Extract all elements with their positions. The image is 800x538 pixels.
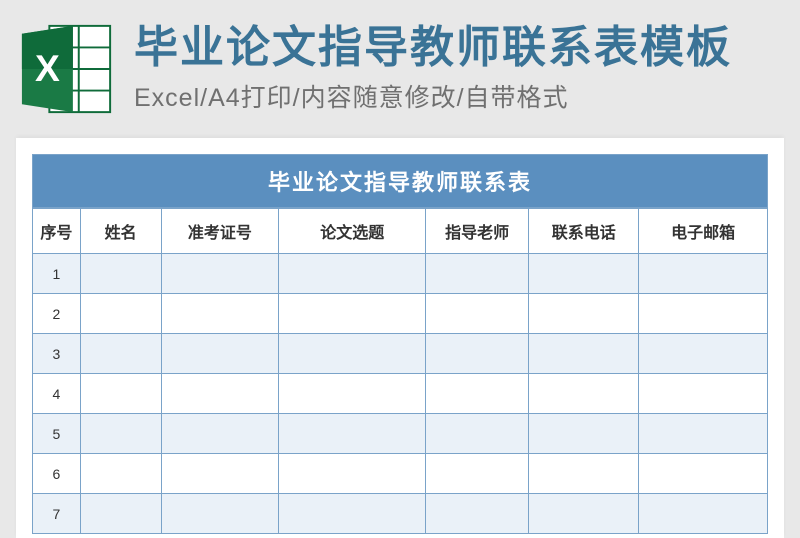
cell-phone	[529, 334, 639, 374]
cell-email	[639, 494, 768, 534]
svg-text:X: X	[35, 47, 60, 89]
cell-teacher	[426, 374, 529, 414]
cell-teacher	[426, 494, 529, 534]
table-row: 4	[33, 374, 768, 414]
cell-seq: 7	[33, 494, 81, 534]
table-row: 7	[33, 494, 768, 534]
cell-name	[80, 334, 161, 374]
cell-email	[639, 334, 768, 374]
table-row: 6	[33, 454, 768, 494]
cell-name	[80, 254, 161, 294]
cell-exam	[161, 294, 279, 334]
cell-topic	[279, 414, 426, 454]
page-subtitle: Excel/A4打印/内容随意修改/自带格式	[134, 78, 732, 114]
cell-topic	[279, 374, 426, 414]
cell-name	[80, 294, 161, 334]
cell-exam	[161, 334, 279, 374]
cell-teacher	[426, 334, 529, 374]
table-title: 毕业论文指导教师联系表	[32, 154, 768, 208]
cell-phone	[529, 374, 639, 414]
contact-table: 序号 姓名 准考证号 论文选题 指导老师 联系电话 电子邮箱 1 2	[32, 208, 768, 534]
cell-name	[80, 494, 161, 534]
cell-email	[639, 254, 768, 294]
table-row: 5	[33, 414, 768, 454]
cell-phone	[529, 294, 639, 334]
page-title: 毕业论文指导教师联系表模板	[134, 24, 732, 72]
cell-exam	[161, 454, 279, 494]
cell-phone	[529, 254, 639, 294]
col-header-email: 电子邮箱	[639, 209, 768, 254]
table-row: 2	[33, 294, 768, 334]
cell-exam	[161, 254, 279, 294]
cell-seq: 5	[33, 414, 81, 454]
cell-seq: 6	[33, 454, 81, 494]
cell-name	[80, 374, 161, 414]
sheet-preview: 毕业论文指导教师联系表 序号 姓名 准考证号 论文选题 指导老师 联系电话 电子…	[16, 138, 784, 538]
table-row: 3	[33, 334, 768, 374]
title-block: 毕业论文指导教师联系表模板 Excel/A4打印/内容随意修改/自带格式	[134, 24, 732, 114]
cell-email	[639, 294, 768, 334]
col-header-seq: 序号	[33, 209, 81, 254]
cell-exam	[161, 494, 279, 534]
cell-teacher	[426, 294, 529, 334]
cell-phone	[529, 494, 639, 534]
col-header-topic: 论文选题	[279, 209, 426, 254]
cell-exam	[161, 414, 279, 454]
cell-name	[80, 454, 161, 494]
col-header-phone: 联系电话	[529, 209, 639, 254]
cell-seq: 2	[33, 294, 81, 334]
header-bar: X 毕业论文指导教师联系表模板 Excel/A4打印/内容随意修改/自带格式	[0, 0, 800, 132]
cell-teacher	[426, 254, 529, 294]
cell-topic	[279, 454, 426, 494]
col-header-name: 姓名	[80, 209, 161, 254]
cell-name	[80, 414, 161, 454]
excel-icon: X	[18, 20, 116, 118]
col-header-teacher: 指导老师	[426, 209, 529, 254]
cell-exam	[161, 374, 279, 414]
cell-email	[639, 374, 768, 414]
cell-seq: 1	[33, 254, 81, 294]
table-row: 1	[33, 254, 768, 294]
cell-topic	[279, 254, 426, 294]
cell-topic	[279, 294, 426, 334]
cell-seq: 3	[33, 334, 81, 374]
cell-phone	[529, 454, 639, 494]
table-header-row: 序号 姓名 准考证号 论文选题 指导老师 联系电话 电子邮箱	[33, 209, 768, 254]
cell-topic	[279, 494, 426, 534]
cell-topic	[279, 334, 426, 374]
col-header-exam: 准考证号	[161, 209, 279, 254]
cell-seq: 4	[33, 374, 81, 414]
cell-phone	[529, 414, 639, 454]
cell-teacher	[426, 454, 529, 494]
cell-email	[639, 414, 768, 454]
cell-email	[639, 454, 768, 494]
cell-teacher	[426, 414, 529, 454]
